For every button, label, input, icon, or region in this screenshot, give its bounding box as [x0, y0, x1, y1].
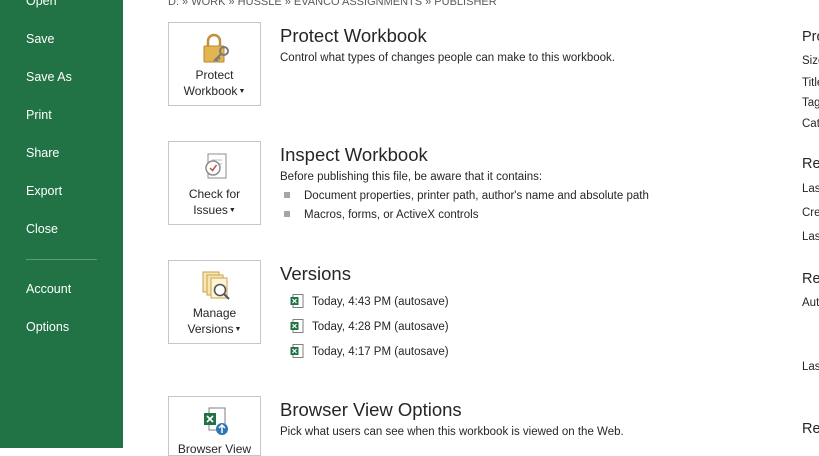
nav-close[interactable]: Close [26, 222, 58, 236]
bullet-square-icon [284, 192, 290, 198]
property-label: Las [802, 183, 819, 195]
nav-save-as[interactable]: Save As [26, 70, 72, 84]
browser-title: Browser View Options [280, 399, 462, 420]
protect-button-label-line1: Protect [195, 68, 234, 82]
nav-open[interactable]: Open [26, 0, 57, 8]
inspect-document-icon [205, 153, 227, 179]
inspect-description: Before publishing this file, be aware th… [280, 171, 543, 183]
property-label: Cat [802, 118, 819, 130]
nav-account[interactable]: Account [26, 282, 71, 296]
nav-options[interactable]: Options [26, 320, 69, 334]
manage-versions-icon [202, 271, 230, 300]
properties-heading: Pro [802, 29, 819, 45]
protect-description: Control what types of changes people can… [280, 52, 615, 64]
property-label: Cre [802, 207, 819, 219]
property-label: Aut [802, 297, 819, 309]
manage-versions-button[interactable]: Manage Versions▼ [168, 260, 261, 344]
versions-button-label-line2: Versions▼ [187, 322, 242, 336]
version-item[interactable]: Today, 4:17 PM (autosave) [290, 344, 449, 358]
related-people-heading: Re [802, 271, 819, 287]
property-label: Tag [802, 97, 819, 109]
lock-key-icon [203, 33, 229, 63]
browser-button-label: Browser View [177, 442, 252, 456]
check-for-issues-button[interactable]: Check for Issues▼ [168, 141, 261, 225]
protect-button-label-line2: Workbook▼ [183, 84, 246, 98]
property-label: Size [802, 55, 819, 67]
excel-file-icon [290, 294, 304, 308]
dropdown-caret-icon: ▼ [238, 88, 246, 95]
excel-file-icon [290, 319, 304, 333]
nav-export[interactable]: Export [26, 184, 62, 198]
browser-view-options-button[interactable]: Browser View [168, 396, 261, 456]
inspect-title: Inspect Workbook [280, 144, 428, 165]
inspect-bullet: Document properties, printer path, autho… [284, 190, 649, 202]
protect-title: Protect Workbook [280, 25, 427, 46]
property-label: Las [802, 231, 819, 243]
property-label: Title [802, 77, 819, 89]
bullet-square-icon [284, 211, 290, 217]
nav-save[interactable]: Save [26, 32, 55, 46]
versions-title: Versions [280, 263, 351, 284]
backstage-nav: Open Save Save As Print Share Export Clo… [0, 0, 123, 448]
related-dates-heading: Re [802, 156, 819, 172]
dropdown-caret-icon: ▼ [234, 326, 242, 333]
excel-file-icon [290, 344, 304, 358]
version-item[interactable]: Today, 4:28 PM (autosave) [290, 319, 449, 333]
browser-view-icon [204, 407, 228, 435]
related-documents-heading: Re [802, 421, 819, 437]
protect-workbook-button[interactable]: Protect Workbook▼ [168, 22, 261, 106]
breadcrumb: D: » WORK » HUSSLE » EVANCO ASSIGNMENTS … [168, 0, 497, 8]
nav-print[interactable]: Print [26, 108, 52, 122]
inspect-bullet: Macros, forms, or ActiveX controls [284, 209, 478, 221]
dropdown-caret-icon: ▼ [228, 207, 236, 214]
issues-button-label-line1: Check for [188, 187, 241, 201]
browser-description: Pick what users can see when this workbo… [280, 426, 624, 438]
property-label: Las [802, 361, 819, 373]
version-item[interactable]: Today, 4:43 PM (autosave) [290, 294, 449, 308]
issues-button-label-line2: Issues▼ [193, 203, 236, 217]
nav-share[interactable]: Share [26, 146, 59, 160]
versions-button-label-line1: Manage [192, 306, 237, 320]
nav-divider [26, 259, 97, 260]
